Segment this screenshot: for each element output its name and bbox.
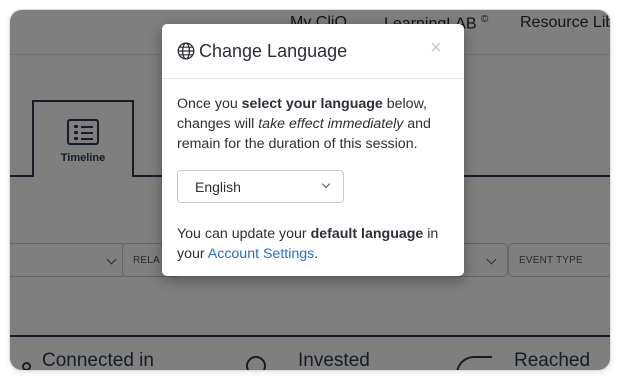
footer-bold-1: default language bbox=[310, 226, 424, 242]
body-text-1: Once you bbox=[177, 96, 242, 112]
dialog-description: Once you select your language below, cha… bbox=[177, 94, 455, 154]
dialog-title: Change Language bbox=[199, 41, 348, 61]
dialog-header: Change Language × bbox=[162, 24, 464, 79]
language-select-value: English bbox=[195, 179, 241, 195]
close-icon[interactable]: × bbox=[430, 38, 442, 58]
footer-text-3: . bbox=[314, 246, 319, 262]
chevron-down-icon bbox=[321, 179, 331, 189]
language-select[interactable]: English bbox=[177, 170, 344, 203]
change-language-dialog: Change Language × Once you select your l… bbox=[162, 24, 464, 276]
body-italic-1: take effect immediately bbox=[258, 116, 404, 132]
globe-icon bbox=[177, 42, 195, 60]
account-settings-link[interactable]: Account Settings bbox=[208, 246, 314, 262]
screen: My CliQ LearningLAB © Resource Lib Timel… bbox=[10, 10, 610, 370]
body-bold-1: select your language bbox=[241, 96, 383, 112]
dialog-footer-text: You can update your default language in … bbox=[177, 224, 455, 264]
footer-text-1: You can update your bbox=[177, 226, 311, 242]
